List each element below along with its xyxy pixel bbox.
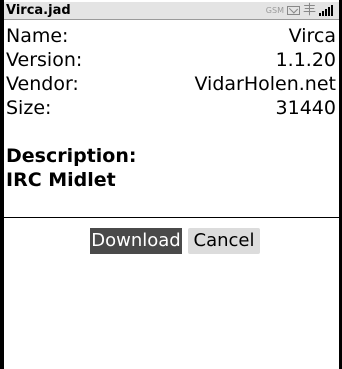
version-label: Version: xyxy=(6,49,83,71)
antenna-icon: 丰 xyxy=(302,3,316,18)
description-label: Description: xyxy=(6,145,137,167)
device-screen: Virca.jad GSM 丰 Name: Virca Version: 1.1… xyxy=(0,0,342,369)
network-indicator: GSM xyxy=(265,5,284,15)
screen-bezel-left xyxy=(0,0,4,369)
status-indicators: GSM 丰 xyxy=(266,2,333,19)
window-title: Virca.jad xyxy=(6,3,71,18)
size-label: Size: xyxy=(6,97,52,119)
signal-strength-icon xyxy=(319,5,333,16)
vendor-label: Vendor: xyxy=(6,73,79,95)
message-icon xyxy=(286,6,300,15)
section-divider xyxy=(4,217,339,218)
detail-row-size: Size: 31440 xyxy=(6,96,336,120)
details-list: Name: Virca Version: 1.1.20 Vendor: Vida… xyxy=(6,24,336,120)
name-value: Virca xyxy=(288,25,336,47)
title-bar: Virca.jad GSM 丰 xyxy=(4,2,339,20)
vendor-value: VidarHolen.net xyxy=(194,73,336,95)
action-buttons: Download Cancel xyxy=(0,228,342,254)
size-value: 31440 xyxy=(275,97,336,119)
detail-row-name: Name: Virca xyxy=(6,24,336,48)
name-label: Name: xyxy=(6,25,69,47)
version-value: 1.1.20 xyxy=(275,49,336,71)
detail-row-vendor: Vendor: VidarHolen.net xyxy=(6,72,336,96)
cancel-button[interactable]: Cancel xyxy=(188,228,260,254)
description-value: IRC Midlet xyxy=(6,169,116,191)
detail-row-version: Version: 1.1.20 xyxy=(6,48,336,72)
download-button[interactable]: Download xyxy=(90,228,182,254)
